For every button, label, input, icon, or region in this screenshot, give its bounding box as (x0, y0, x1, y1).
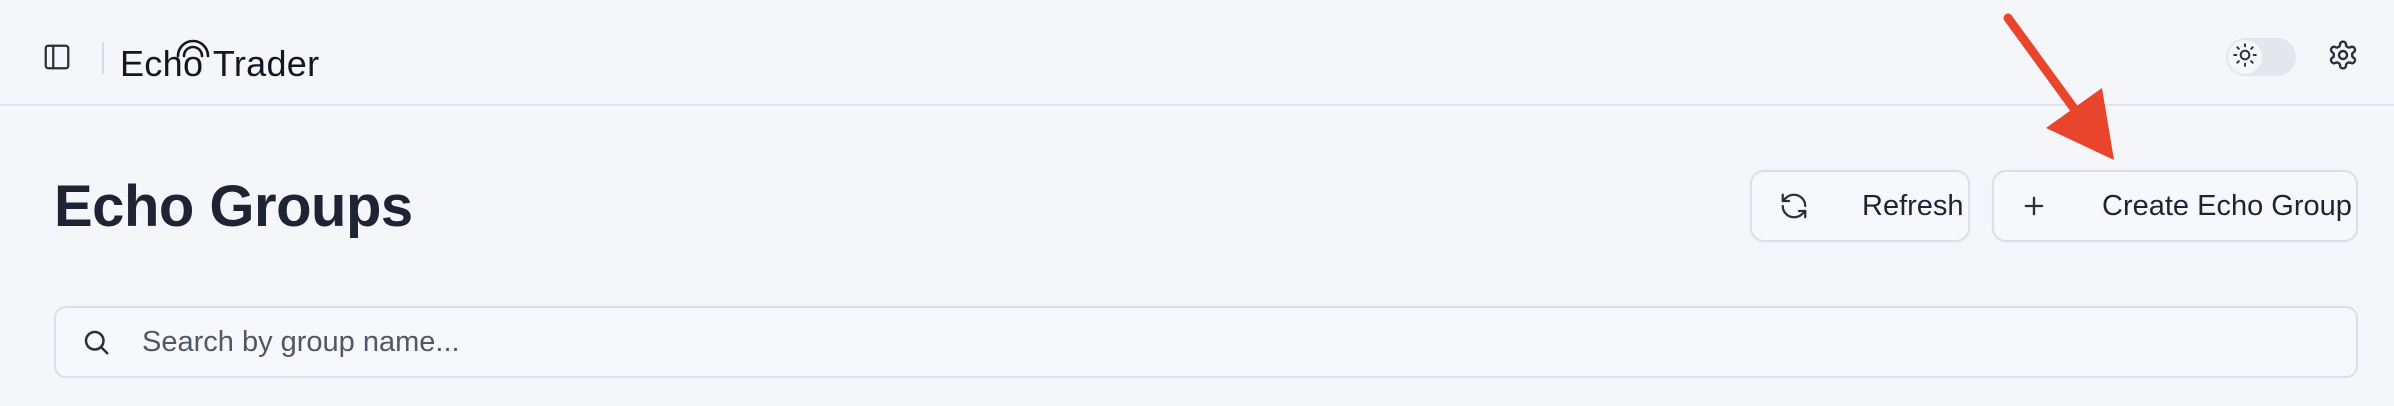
settings-button[interactable] (2322, 36, 2364, 78)
refresh-button-label: Refresh (1862, 189, 1964, 222)
theme-toggle[interactable] (2226, 38, 2296, 76)
sidebar-panel-icon (42, 42, 72, 77)
refresh-button[interactable]: Refresh (1750, 170, 1970, 242)
sun-icon (2232, 42, 2258, 73)
refresh-icon (1774, 191, 1814, 221)
signal-wave-icon (172, 26, 214, 66)
search-bar (54, 306, 2358, 378)
brand-logo[interactable]: Echo Trader (120, 34, 319, 84)
annotation-arrow-icon (2003, 13, 2114, 160)
search-input[interactable] (142, 312, 2292, 372)
brand-name: Echo Trader (120, 39, 319, 84)
plus-icon (2014, 192, 2054, 220)
sidebar-toggle-button[interactable] (36, 38, 78, 80)
search-icon (78, 327, 114, 357)
page-title: Echo Groups (54, 174, 413, 239)
create-echo-group-button-label: Create Echo Group (2102, 189, 2352, 222)
gear-icon (2327, 39, 2359, 76)
create-echo-group-button[interactable]: Create Echo Group (1992, 170, 2358, 242)
theme-toggle-knob (2228, 40, 2262, 74)
brand-divider (102, 42, 104, 74)
